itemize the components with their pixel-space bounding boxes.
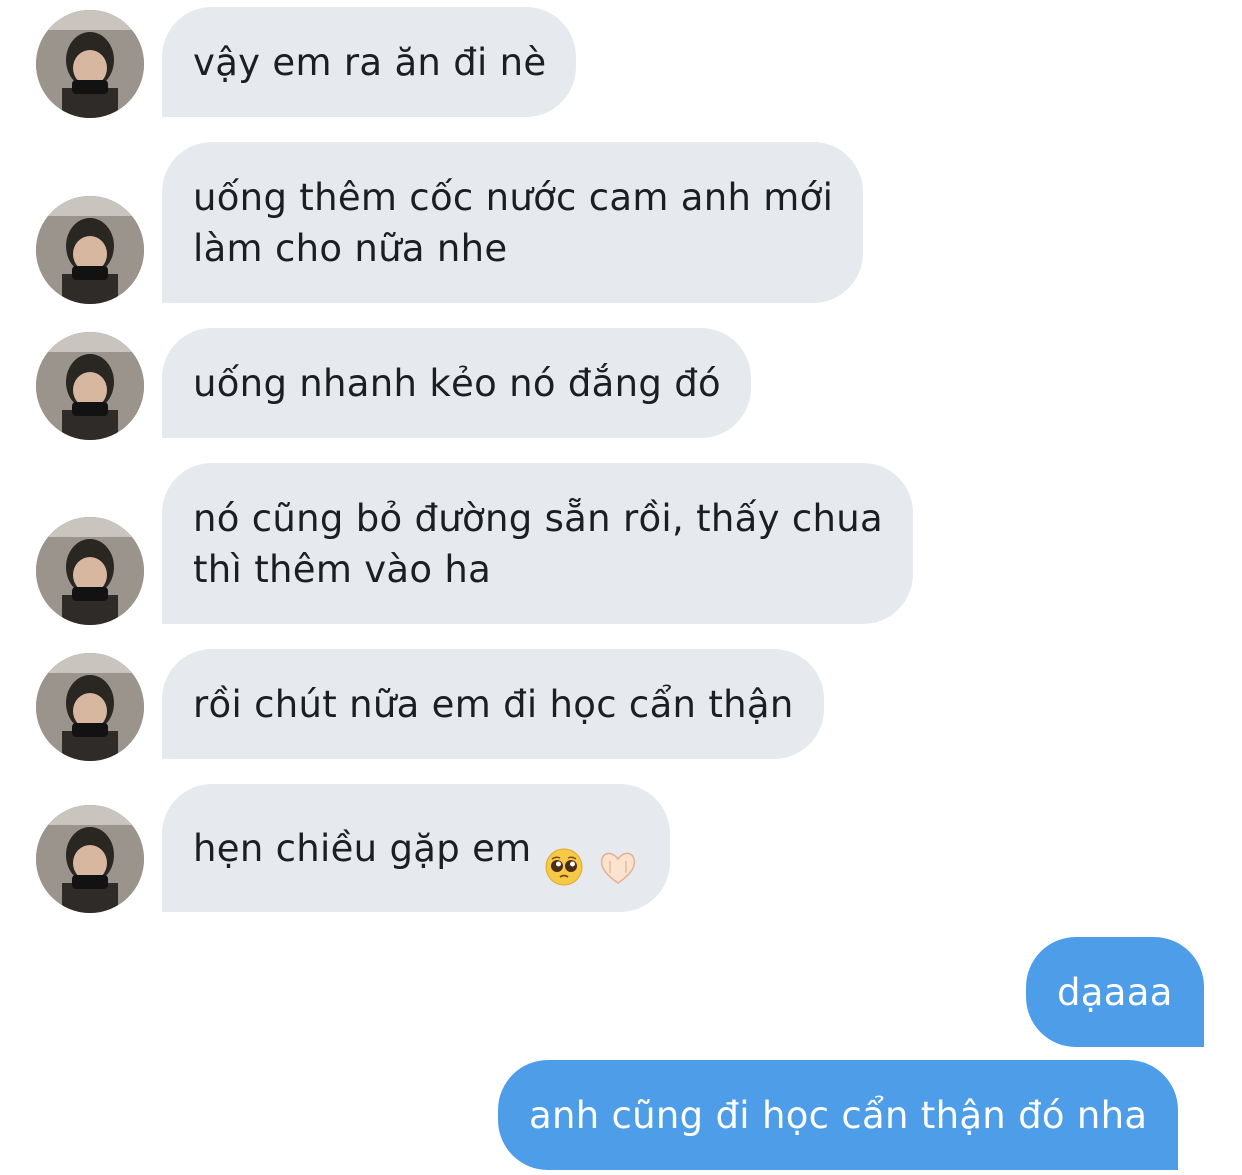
message-text: vậy em ra ăn đi nè [193, 40, 547, 84]
avatar-photo-icon [36, 332, 144, 440]
incoming-message-bubble[interactable]: rồi chút nữa em đi học cẩn thận [162, 649, 824, 759]
incoming-message-bubble[interactable]: uống thêm cốc nước cam anh mới làm cho n… [162, 142, 864, 303]
incoming-message-bubble[interactable]: hẹn chiều gặp em [162, 784, 670, 912]
message-text: anh cũng đi học cẩn thận đó nha [529, 1093, 1148, 1137]
sender-avatar[interactable] [36, 332, 144, 440]
sender-avatar[interactable] [36, 517, 144, 625]
message-text: dạaaa [1057, 970, 1173, 1014]
outgoing-message-bubble[interactable]: dạaaa [1026, 937, 1204, 1047]
outgoing-message-bubble[interactable]: anh cũng đi học cẩn thận đó nha [498, 1060, 1179, 1170]
incoming-message-bubble[interactable]: uống nhanh kẻo nó đắng đó [162, 328, 751, 438]
avatar-photo-icon [36, 805, 144, 913]
sender-avatar[interactable] [36, 653, 144, 761]
message-text: hẹn chiều gặp em [193, 826, 532, 870]
avatar-photo-icon [36, 10, 144, 118]
pleading-face-emoji-icon [544, 796, 584, 900]
message-text: rồi chút nữa em đi học cẩn thận [193, 682, 794, 726]
avatar-photo-icon [36, 517, 144, 625]
sender-avatar[interactable] [36, 805, 144, 913]
incoming-message-bubble[interactable]: vậy em ra ăn đi nè [162, 7, 577, 117]
sender-avatar[interactable] [36, 196, 144, 304]
sender-avatar[interactable] [36, 10, 144, 118]
avatar-photo-icon [36, 196, 144, 304]
message-text: uống nhanh kẻo nó đắng đó [193, 361, 721, 405]
message-text: nó cũng bỏ đường sẵn rồi, thấy chua thì … [193, 496, 884, 591]
heart-hands-emoji-icon [596, 796, 640, 900]
incoming-message-bubble[interactable]: nó cũng bỏ đường sẵn rồi, thấy chua thì … [162, 463, 914, 624]
avatar-photo-icon [36, 653, 144, 761]
message-text: uống thêm cốc nước cam anh mới làm cho n… [193, 175, 834, 270]
